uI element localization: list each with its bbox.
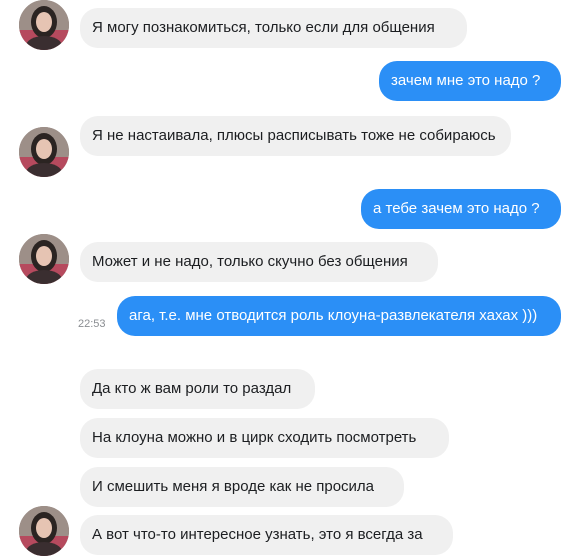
message-bubble[interactable]: А вот что-то интересное узнать, это я вс… [80, 515, 453, 555]
message-bubble[interactable]: Я не настаивала, плюсы расписывать тоже … [80, 116, 511, 156]
avatar-image [19, 234, 69, 284]
message-bubble[interactable]: ага, т.е. мне отводится роль клоуна-разв… [117, 296, 561, 336]
message-bubble[interactable]: зачем мне это надо ? [379, 61, 561, 101]
message-text: Я могу познакомиться, только если для об… [92, 19, 435, 36]
message-bubble[interactable]: а тебе зачем это надо ? [361, 189, 561, 229]
avatar-image [19, 127, 69, 177]
message-bubble[interactable]: Я могу познакомиться, только если для об… [80, 8, 467, 48]
message-text: И смешить меня я вроде как не просила [92, 478, 375, 495]
contact-avatar[interactable] [19, 506, 69, 556]
contact-avatar[interactable] [19, 127, 69, 177]
message-text: зачем мне это надо ? [391, 72, 541, 89]
chat-thread: Я могу познакомиться, только если для об… [0, 0, 574, 556]
message-text: А вот что-то интересное узнать, это я вс… [92, 526, 423, 543]
avatar-image [19, 0, 69, 50]
message-text: На клоуна можно и в цирк сходить посмотр… [92, 429, 417, 446]
message-text: Может и не надо, только скучно без общен… [92, 253, 408, 270]
message-bubble[interactable]: Да кто ж вам роли то раздал [80, 369, 315, 409]
contact-avatar[interactable] [19, 0, 69, 50]
message-text: а тебе зачем это надо ? [373, 200, 540, 217]
message-text: ага, т.е. мне отводится роль клоуна-разв… [129, 307, 538, 324]
message-timestamp: 22:53 [78, 318, 106, 330]
message-text: Да кто ж вам роли то раздал [92, 380, 292, 397]
message-bubble[interactable]: И смешить меня я вроде как не просила [80, 467, 404, 507]
avatar-image [19, 506, 69, 556]
message-bubble[interactable]: На клоуна можно и в цирк сходить посмотр… [80, 418, 449, 458]
message-text: Я не настаивала, плюсы расписывать тоже … [92, 127, 496, 144]
message-bubble[interactable]: Может и не надо, только скучно без общен… [80, 242, 438, 282]
contact-avatar[interactable] [19, 234, 69, 284]
